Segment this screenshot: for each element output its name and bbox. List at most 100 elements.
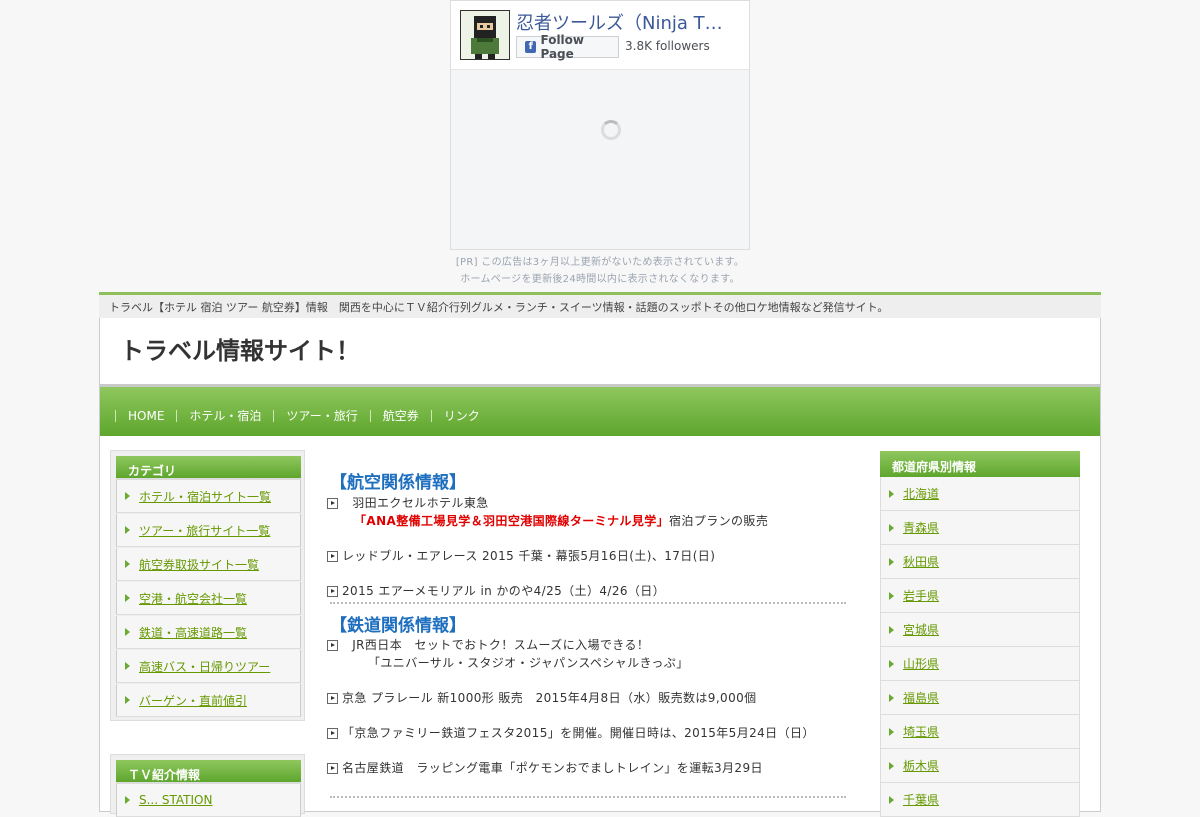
pref-link[interactable]: 岩手県 — [903, 587, 939, 604]
play-bullet-icon — [327, 693, 338, 704]
follower-count: 3.8K followers — [625, 39, 710, 53]
arrow-icon — [125, 560, 130, 568]
pref-item-akita[interactable]: 秋田県 — [880, 545, 1080, 579]
air-section-title: 【航空関係情報】 — [330, 473, 466, 493]
air-entry-2-text: レッドブル・エアレース 2015 千葉・幕張5月16日(土)、17日(日) — [342, 549, 716, 563]
air-entry-3[interactable]: 2015 エアーメモリアル in かのや4/25（土）4/26（日） — [327, 582, 665, 599]
global-nav: HOME ホテル・宿泊 ツアー・旅行 航空券 リンク — [100, 387, 1100, 436]
pref-link[interactable]: 栃木県 — [903, 757, 939, 774]
rail-entry-3-text: 「京急ファミリー鉄道フェスタ2015」を開催。開催日時は、2015年5月24日（… — [342, 726, 815, 740]
arrow-icon — [889, 659, 894, 668]
pref-item-tochigi[interactable]: 栃木県 — [880, 749, 1080, 783]
pref-item-miyagi[interactable]: 宮城県 — [880, 613, 1080, 647]
arrow-icon — [889, 591, 894, 600]
nav-tour[interactable]: ツアー・旅行 — [273, 409, 369, 422]
follow-page-label: Follow Page — [540, 33, 584, 61]
arrow-icon — [889, 625, 894, 634]
category-link[interactable]: バーゲン・直前値引 — [139, 692, 247, 709]
arrow-icon — [125, 662, 130, 670]
pref-item-chiba[interactable]: 千葉県 — [880, 783, 1080, 817]
pref-link[interactable]: 秋田県 — [903, 553, 939, 570]
category-link[interactable]: 高速バス・日帰りツアー — [139, 658, 270, 675]
pr-notice: [PR] この広告は3ヶ月以上更新がないため表示されています。 ホームページを更… — [430, 254, 770, 288]
rail-entry-1-line2[interactable]: 「ユニバーサル・スタジオ・ジャパンスペシャルきっぷ」 — [368, 654, 689, 671]
play-bullet-icon — [327, 763, 338, 774]
category-item-bus[interactable]: 高速バス・日帰りツアー — [116, 650, 301, 683]
air-entry-1: 羽田エクセルホテル東急 — [327, 494, 489, 511]
category-item-airport[interactable]: 空港・航空会社一覧 — [116, 582, 301, 615]
dotted-divider — [330, 602, 846, 604]
air-entry-1-highlight[interactable]: 「ANA整備工場見学＆羽田空港国際線ターミナル見学」 — [354, 514, 669, 528]
category-box: カテゴリ ホテル・宿泊サイト一覧 ツアー・旅行サイト一覧 航空券取扱サイト一覧 … — [110, 450, 305, 721]
pref-item-iwate[interactable]: 岩手県 — [880, 579, 1080, 613]
arrow-icon — [125, 696, 130, 704]
tv-item[interactable]: S... STATION — [116, 784, 301, 817]
ninja-avatar[interactable] — [460, 10, 510, 60]
air-entry-1-detail: 「ANA整備工場見学＆羽田空港国際線ターミナル見学」宿泊プランの販売 — [354, 512, 768, 529]
facebook-icon: f — [525, 41, 537, 53]
air-entry-1-tail: 宿泊プランの販売 — [669, 514, 769, 528]
site-title[interactable]: トラベル情報サイト！ — [120, 331, 360, 366]
arrow-icon — [125, 526, 130, 534]
category-item-rail[interactable]: 鉄道・高速道路一覧 — [116, 616, 301, 649]
category-item-airticket[interactable]: 航空券取扱サイト一覧 — [116, 548, 301, 581]
arrow-icon — [125, 796, 130, 804]
arrow-icon — [889, 523, 894, 532]
loading-spinner-icon — [601, 120, 621, 140]
nav-airticket[interactable]: 航空券 — [369, 409, 431, 422]
category-link[interactable]: ツアー・旅行サイト一覧 — [139, 522, 270, 539]
category-item-tour[interactable]: ツアー・旅行サイト一覧 — [116, 514, 301, 547]
tv-link[interactable]: S... STATION — [139, 793, 212, 807]
fb-widget-header: 忍者ツールズ（Ninja T… f Follow Page 3.8K follo… — [451, 1, 749, 70]
category-link[interactable]: 航空券取扱サイト一覧 — [139, 556, 259, 573]
arrow-icon — [125, 492, 130, 500]
rail-entry-2[interactable]: 京急 プラレール 新1000形 販売 2015年4月8日（水）販売数は9,000… — [327, 689, 757, 706]
arrow-icon — [889, 727, 894, 736]
nav-links[interactable]: リンク — [430, 409, 492, 422]
fb-page-title[interactable]: 忍者ツールズ（Ninja T… — [516, 9, 723, 35]
play-bullet-icon — [327, 728, 338, 739]
pref-link[interactable]: 埼玉県 — [903, 723, 939, 740]
pref-link[interactable]: 山形県 — [903, 655, 939, 672]
pref-item-hokkaido[interactable]: 北海道 — [880, 477, 1080, 511]
rail-entry-4-text: 名古屋鉄道 ラッピング電車「ポケモンおでましトレイン」を運転3月29日 — [342, 761, 763, 775]
nav-home[interactable]: HOME — [115, 409, 176, 422]
pref-link[interactable]: 福島県 — [903, 689, 939, 706]
pref-item-fukushima[interactable]: 福島県 — [880, 681, 1080, 715]
category-item-bargain[interactable]: バーゲン・直前値引 — [116, 684, 301, 717]
category-link[interactable]: 空港・航空会社一覧 — [139, 590, 247, 607]
rail-section-title: 【鉄道関係情報】 — [330, 616, 466, 636]
air-entry-3-text: 2015 エアーメモリアル in かのや4/25（土）4/26（日） — [342, 584, 666, 598]
pref-link[interactable]: 北海道 — [903, 485, 939, 502]
play-bullet-icon — [327, 640, 338, 651]
category-link[interactable]: ホテル・宿泊サイト一覧 — [139, 488, 271, 505]
tv-box: ＴＶ紹介情報 S... STATION — [110, 754, 305, 817]
prefecture-heading: 都道府県別情報 — [880, 451, 1080, 477]
rail-entry-2-text: 京急 プラレール 新1000形 販売 2015年4月8日（水）販売数は9,000… — [342, 691, 757, 705]
play-bullet-icon — [327, 586, 338, 597]
air-entry-2[interactable]: レッドブル・エアレース 2015 千葉・幕張5月16日(土)、17日(日) — [327, 547, 715, 564]
rail-entry-1[interactable]: JR西日本 セットでおトク！スムーズに入場できる！ — [327, 636, 649, 653]
nav-hotel[interactable]: ホテル・宿泊 — [176, 409, 273, 422]
arrow-icon — [125, 628, 130, 636]
rail-entry-4[interactable]: 名古屋鉄道 ラッピング電車「ポケモンおでましトレイン」を運転3月29日 — [327, 759, 763, 776]
arrow-icon — [125, 594, 130, 602]
arrow-icon — [889, 557, 894, 566]
category-item-hotel[interactable]: ホテル・宿泊サイト一覧 — [116, 480, 301, 513]
pref-link[interactable]: 宮城県 — [903, 621, 939, 638]
pref-item-saitama[interactable]: 埼玉県 — [880, 715, 1080, 749]
play-bullet-icon — [327, 551, 338, 562]
pr-notice-line1: [PR] この広告は3ヶ月以上更新がないため表示されています。 — [455, 257, 745, 268]
arrow-icon — [889, 761, 894, 770]
follow-page-button[interactable]: f Follow Page — [516, 33, 619, 61]
category-link[interactable]: 鉄道・高速道路一覧 — [139, 624, 247, 641]
site-tagline: トラベル【ホテル 宿泊 ツアー 航空券】情報 関西を中心にＴＶ紹介行列グルメ・ラ… — [99, 292, 1101, 318]
pref-item-aomori[interactable]: 青森県 — [880, 511, 1080, 545]
rail-entry-1-line1: JR西日本 セットでおトク！スムーズに入場できる！ — [352, 638, 650, 652]
pref-item-yamagata[interactable]: 山形県 — [880, 647, 1080, 681]
tv-heading: ＴＶ紹介情報 — [116, 760, 301, 784]
rail-entry-3[interactable]: 「京急ファミリー鉄道フェスタ2015」を開催。開催日時は、2015年5月24日（… — [327, 724, 815, 741]
facebook-page-widget: 忍者ツールズ（Ninja T… f Follow Page 3.8K follo… — [450, 0, 750, 250]
pref-link[interactable]: 青森県 — [903, 519, 939, 536]
fb-widget-body — [451, 70, 749, 249]
